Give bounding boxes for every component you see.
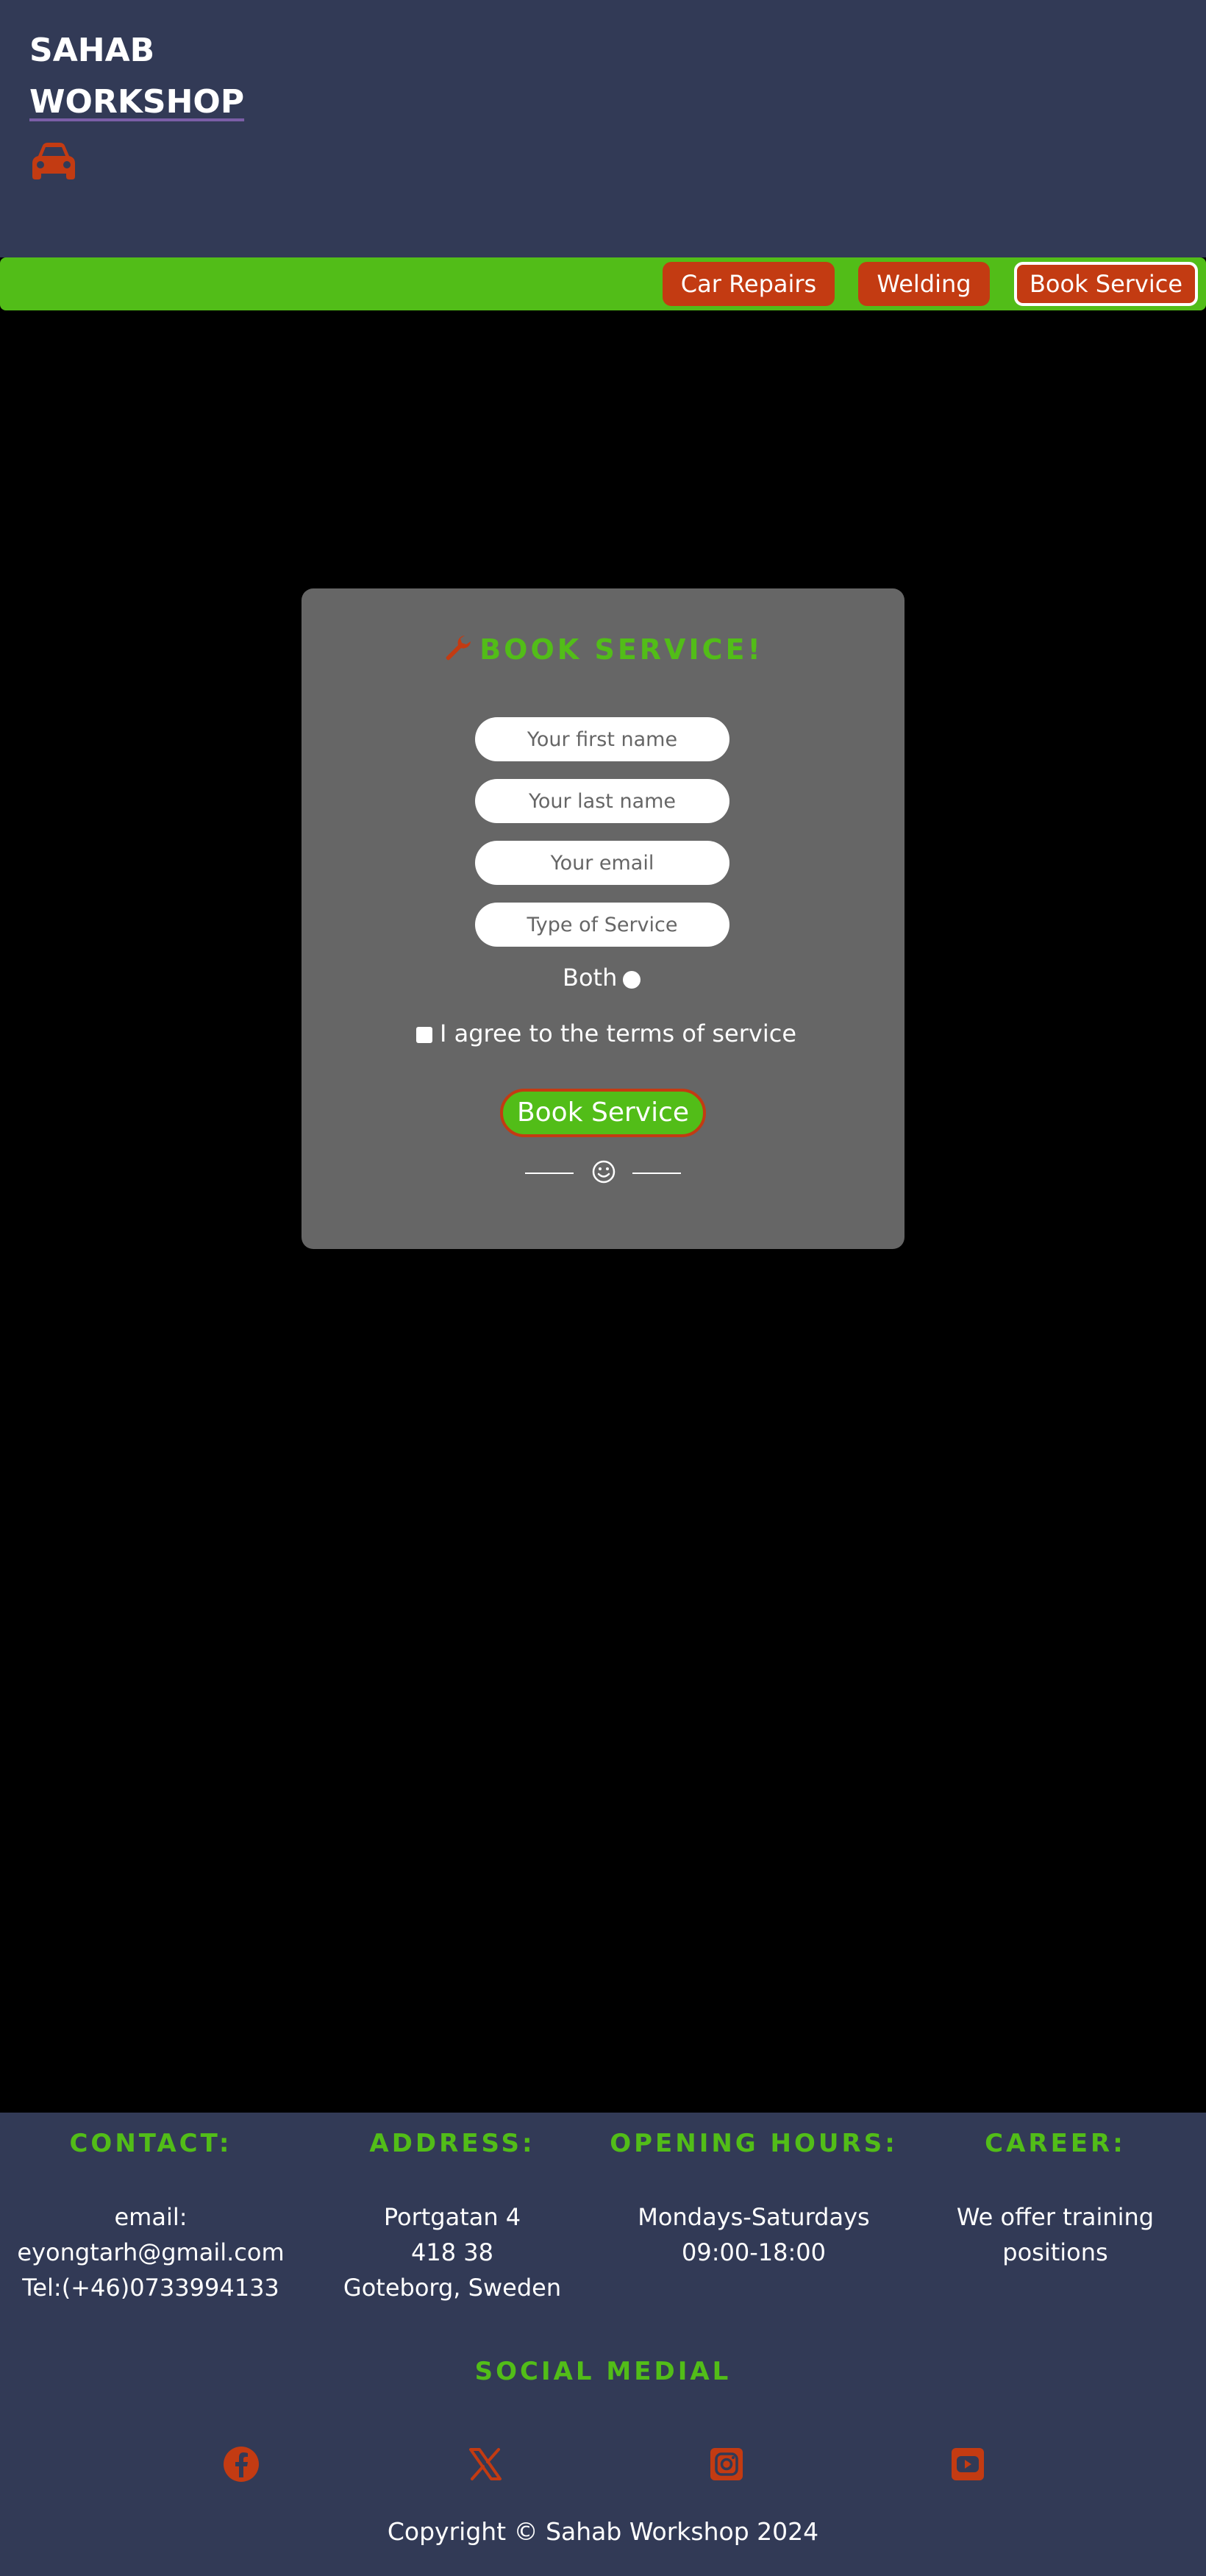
hours-heading: OPENING HOURS:	[610, 2129, 898, 2158]
email-input[interactable]	[475, 841, 729, 885]
career-line1: We offer training	[956, 2203, 1155, 2231]
both-radio-label: Both	[563, 964, 618, 992]
hours-days: Mondays-Saturdays	[638, 2203, 870, 2231]
divider-left	[525, 1173, 574, 1174]
wrench-icon	[446, 636, 471, 661]
site-header: SAHAB WORKSHOP	[0, 0, 1206, 257]
brand-name-line2: WORKSHOP	[29, 83, 245, 121]
last-name-input[interactable]	[475, 779, 729, 823]
copyright: Copyright © Sahab Workshop 2024	[387, 2517, 819, 2546]
address-info: Portgatan 4 418 38 Goteborg, Sweden	[302, 2199, 603, 2305]
terms-checkbox[interactable]	[416, 1027, 432, 1043]
terms-label: I agree to the terms of service	[440, 1020, 796, 1047]
brand-name-line1: SAHAB	[29, 32, 155, 69]
contact-info: email: eyongtarh@gmail.com Tel:(+46)0733…	[0, 2199, 302, 2305]
address-postcode: 418 38	[411, 2238, 493, 2266]
address-street: Portgatan 4	[383, 2203, 521, 2231]
nav-welding[interactable]: Welding	[858, 262, 990, 306]
x-icon[interactable]	[466, 2445, 504, 2483]
first-name-input[interactable]	[475, 717, 729, 761]
book-service-button[interactable]: Book Service	[500, 1089, 706, 1137]
booking-title: BOOK SERVICE!	[302, 633, 904, 666]
contact-phone[interactable]: Tel:(+46)0733994133	[0, 2270, 302, 2305]
divider-right	[632, 1173, 681, 1174]
contact-email-label: email:	[114, 2203, 188, 2231]
nav-book-service[interactable]: Book Service	[1014, 262, 1198, 306]
service-type-input[interactable]	[475, 903, 729, 947]
instagram-icon[interactable]	[707, 2445, 746, 2483]
nav-car-repairs[interactable]: Car Repairs	[663, 262, 835, 306]
car-icon	[32, 143, 75, 179]
brand-logo[interactable]: SAHAB WORKSHOP	[29, 25, 244, 128]
career-info: We offer training positions	[904, 2199, 1206, 2270]
smile-icon	[592, 1160, 616, 1184]
hours-time: 09:00-18:00	[682, 2238, 826, 2266]
youtube-icon[interactable]	[949, 2445, 987, 2483]
both-radio[interactable]	[623, 971, 641, 989]
booking-title-text: BOOK SERVICE!	[479, 633, 763, 666]
hours-info: Mondays-Saturdays 09:00-18:00	[603, 2199, 904, 2270]
address-city: Goteborg, Sweden	[343, 2274, 562, 2302]
career-line2: positions	[1002, 2238, 1108, 2266]
career-heading: CAREER:	[985, 2129, 1126, 2158]
address-heading: ADDRESS:	[369, 2129, 535, 2158]
main-nav: Car Repairs Welding Book Service	[0, 257, 1206, 310]
contact-email[interactable]: eyongtarh@gmail.com	[0, 2235, 302, 2270]
social-heading: SOCIAL MEDIAL	[474, 2357, 732, 2386]
site-footer: CONTACT: ADDRESS: OPENING HOURS: CAREER:…	[0, 2113, 1206, 2576]
booking-card: BOOK SERVICE! Both I agree to the terms …	[302, 588, 904, 1249]
facebook-icon[interactable]	[222, 2445, 260, 2483]
contact-heading: CONTACT:	[69, 2129, 232, 2158]
